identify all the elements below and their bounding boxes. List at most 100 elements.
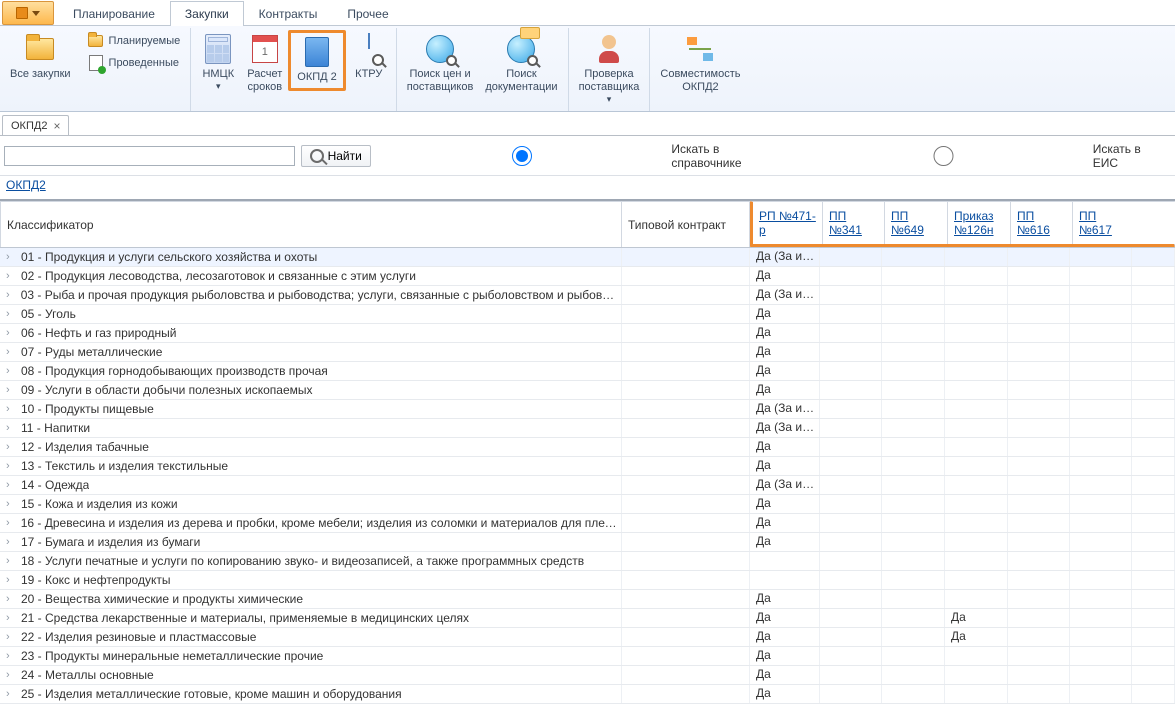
breadcrumb-okpd2[interactable]: ОКПД2 xyxy=(6,178,46,192)
expander-icon[interactable]: › xyxy=(6,576,15,585)
expander-icon[interactable]: › xyxy=(6,614,15,623)
ktru-button[interactable]: КТРУ xyxy=(346,30,392,85)
expander-icon[interactable]: › xyxy=(6,595,15,604)
conducted-button[interactable]: Проведенные xyxy=(81,52,187,74)
find-button[interactable]: Найти xyxy=(301,145,371,167)
col-pp649[interactable]: ПП №649 xyxy=(885,202,948,244)
expander-icon[interactable]: › xyxy=(6,272,15,281)
row-classifier-text: 18 - Услуги печатные и услуги по копиров… xyxy=(21,554,584,568)
table-row[interactable]: › 18 - Услуги печатные и услуги по копиро… xyxy=(0,552,1175,571)
table-row[interactable]: ›08 - Продукция горнодобывающих производ… xyxy=(0,362,1175,381)
link-pp649[interactable]: ПП №649 xyxy=(891,209,941,237)
expander-icon[interactable]: › xyxy=(6,367,15,376)
cell-pp649 xyxy=(882,552,945,570)
table-row[interactable]: ›20 - Вещества химические и продукты хим… xyxy=(0,590,1175,609)
expander-icon[interactable]: › xyxy=(6,291,15,300)
cell-typical xyxy=(622,552,750,570)
expander-icon[interactable]: › xyxy=(6,386,15,395)
table-row[interactable]: ›22 - Изделия резиновые и пластмассовыеД… xyxy=(0,628,1175,647)
tab-other[interactable]: Прочее xyxy=(332,1,403,26)
expander-icon[interactable]: › xyxy=(6,253,15,262)
expander-icon[interactable]: › xyxy=(6,538,15,547)
nmck-label: НМЦК xyxy=(202,68,234,81)
okpd2-button[interactable]: ОКПД 2 xyxy=(288,30,346,91)
table-row[interactable]: ›10 - Продукты пищевыеДа (За ис... xyxy=(0,400,1175,419)
col-pp616[interactable]: ПП №616 xyxy=(1011,202,1073,244)
table-row[interactable]: ›01 - Продукция и услуги сельского хозяй… xyxy=(0,248,1175,267)
tab-purchases[interactable]: Закупки xyxy=(170,1,244,26)
radio-directory-input[interactable] xyxy=(377,146,668,166)
tab-contracts[interactable]: Контракты xyxy=(244,1,333,26)
table-row[interactable]: ›13 - Текстиль и изделия текстильныеДа xyxy=(0,457,1175,476)
expander-icon[interactable]: › xyxy=(6,652,15,661)
radio-search-eis[interactable]: Искать в ЕИС xyxy=(798,142,1169,170)
col-prikaz126[interactable]: Приказ №126н xyxy=(948,202,1011,244)
expander-icon[interactable]: › xyxy=(6,329,15,338)
radio-search-directory[interactable]: Искать в справочнике xyxy=(377,142,792,170)
expander-icon[interactable]: › xyxy=(6,462,15,471)
table-row[interactable]: ›21 - Средства лекарственные и материалы… xyxy=(0,609,1175,628)
link-pp617[interactable]: ПП №617 xyxy=(1079,209,1129,237)
cell-tail xyxy=(1132,457,1175,475)
table-row[interactable]: ›15 - Кожа и изделия из кожиДа xyxy=(0,495,1175,514)
col-typical-contract[interactable]: Типовой контракт xyxy=(622,201,750,247)
table-row[interactable]: ›16 - Древесина и изделия из дерева и пр… xyxy=(0,514,1175,533)
calc-dates-label: Расчет сроков xyxy=(247,68,282,94)
table-row[interactable]: ›02 - Продукция лесоводства, лесозаготов… xyxy=(0,267,1175,286)
document-tab-okpd2[interactable]: ОКПД2 × xyxy=(2,115,69,135)
expander-icon[interactable]: › xyxy=(6,348,15,357)
table-row[interactable]: ›11 - НапиткиДа (За ис... xyxy=(0,419,1175,438)
expander-icon[interactable]: › xyxy=(6,500,15,509)
tab-planning[interactable]: Планирование xyxy=(58,1,170,26)
table-row[interactable]: ›24 - Металлы основныеДа xyxy=(0,666,1175,685)
supplier-check-button[interactable]: Проверка поставщика ▾ xyxy=(573,30,646,109)
grid: Классификатор Типовой контракт РП №471-р… xyxy=(0,199,1175,704)
okpd-compat-button[interactable]: Совместимость ОКПД2 xyxy=(654,30,746,98)
link-prikaz126[interactable]: Приказ №126н xyxy=(954,209,1004,237)
expander-icon[interactable]: › xyxy=(6,443,15,452)
close-icon[interactable]: × xyxy=(53,119,60,133)
col-rp471[interactable]: РП №471-р xyxy=(753,202,823,244)
table-row[interactable]: ›06 - Нефть и газ природныйДа xyxy=(0,324,1175,343)
nmck-button[interactable]: НМЦК ▾ xyxy=(195,30,241,96)
expander-icon[interactable]: › xyxy=(6,690,15,699)
expander-icon[interactable]: › xyxy=(6,405,15,414)
table-row[interactable]: ›03 - Рыба и прочая продукция рыболовств… xyxy=(0,286,1175,305)
table-row[interactable]: ›17 - Бумага и изделия из бумагиДа xyxy=(0,533,1175,552)
app-menu-button[interactable] xyxy=(2,1,54,25)
col-pp617[interactable]: ПП №617 xyxy=(1073,202,1135,244)
table-row[interactable]: ›12 - Изделия табачныеДа xyxy=(0,438,1175,457)
table-row[interactable]: ›07 - Руды металлическиеДа xyxy=(0,343,1175,362)
calc-dates-button[interactable]: 1 Расчет сроков xyxy=(241,30,288,98)
all-purchases-button[interactable]: Все закупки xyxy=(4,30,77,85)
expander-icon[interactable]: › xyxy=(6,424,15,433)
expander-icon[interactable]: › xyxy=(6,633,15,642)
expander-icon[interactable]: › xyxy=(6,557,15,566)
table-row[interactable]: ›05 - УгольДа xyxy=(0,305,1175,324)
expander-icon[interactable]: › xyxy=(6,481,15,490)
radio-eis-input[interactable] xyxy=(798,146,1089,166)
link-pp341[interactable]: ПП №341 xyxy=(829,209,878,237)
col-pp341[interactable]: ПП №341 xyxy=(823,202,885,244)
doc-search-button[interactable]: Поиск документации xyxy=(479,30,563,98)
expander-icon[interactable]: › xyxy=(6,519,15,528)
table-row[interactable]: ›09 - Услуги в области добычи полезных и… xyxy=(0,381,1175,400)
search-input[interactable] xyxy=(4,146,295,166)
cell-pp649 xyxy=(882,248,945,266)
row-classifier-text: 24 - Металлы основные xyxy=(21,668,154,682)
link-rp471[interactable]: РП №471-р xyxy=(759,209,816,237)
cell-tail xyxy=(1132,305,1175,323)
planned-button[interactable]: Планируемые xyxy=(81,30,187,52)
price-search-button[interactable]: Поиск цен и поставщиков xyxy=(401,30,480,98)
expander-icon[interactable]: › xyxy=(6,310,15,319)
cell-pp341 xyxy=(820,590,882,608)
expander-icon[interactable]: › xyxy=(6,671,15,680)
col-classifier[interactable]: Классификатор xyxy=(0,201,622,247)
cell-pp649 xyxy=(882,457,945,475)
cell-prikaz126 xyxy=(945,286,1008,304)
table-row[interactable]: ›23 - Продукты минеральные неметаллическ… xyxy=(0,647,1175,666)
table-row[interactable]: ›14 - ОдеждаДа (За ис... xyxy=(0,476,1175,495)
table-row[interactable]: ›19 - Кокс и нефтепродукты xyxy=(0,571,1175,590)
cell-pp617 xyxy=(1070,495,1132,513)
link-pp616[interactable]: ПП №616 xyxy=(1017,209,1066,237)
